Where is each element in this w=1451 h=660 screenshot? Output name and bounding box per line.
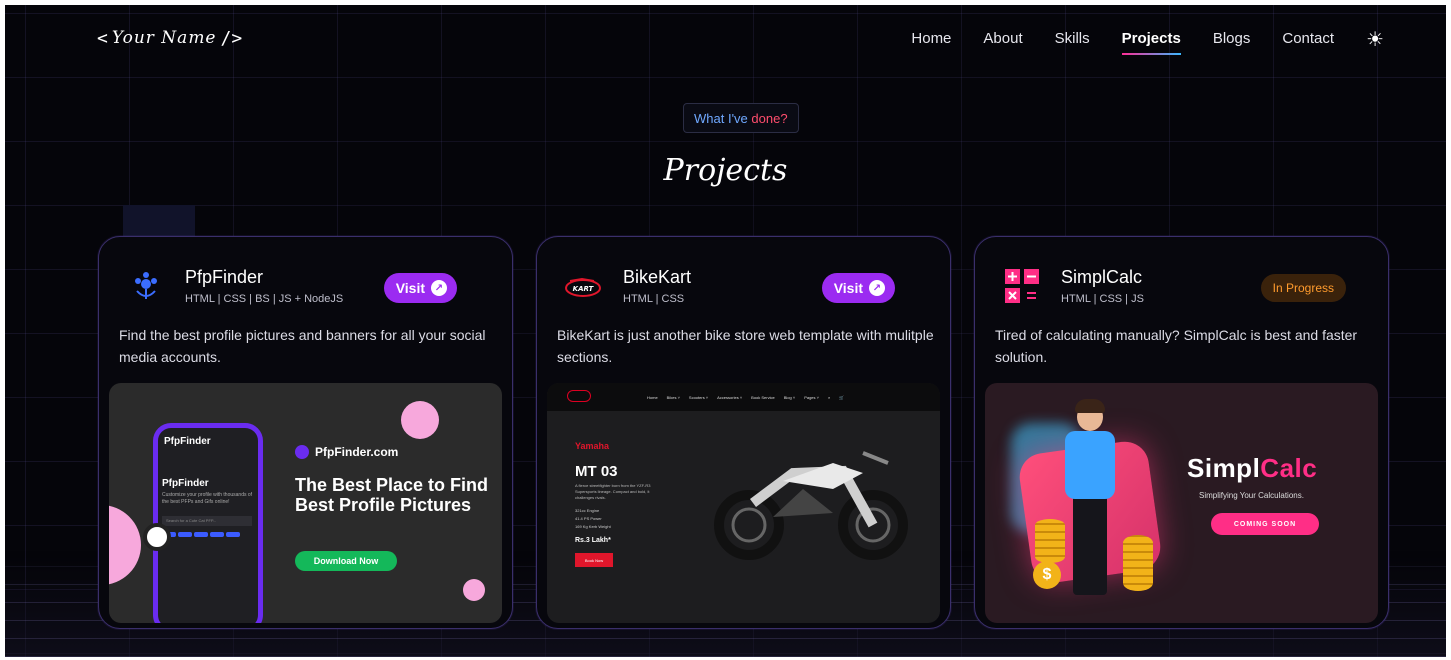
phone-chips [162, 532, 240, 537]
preview-title-part2: Calc [1260, 453, 1318, 483]
main-nav: Home About Skills Projects Blogs Contact… [911, 30, 1384, 55]
project-card-simplcalc: SimplCalc HTML | CSS | JS In Progress Ti… [974, 236, 1389, 629]
project-name: PfpFinder [185, 267, 264, 287]
visit-button[interactable]: Visit ↗ [821, 273, 895, 303]
project-preview-image[interactable]: $ SimplCalc Simplifying Your Calculation… [985, 383, 1378, 623]
cart-icon: 🛒 [839, 394, 845, 400]
project-card-bikekart: KART BikeKart HTML | CSS Visit ↗ BikeKar… [536, 236, 951, 629]
project-name: SimplCalc [1061, 267, 1143, 287]
logo-close-bracket: /> [220, 27, 243, 49]
preview-blurb: A fierce streetfighter born from the YZF… [575, 483, 651, 500]
tagline-part-2: done? [751, 110, 788, 126]
phone-header: PfpFinder [164, 436, 211, 447]
preview-specs: 321cc Engine 41.4 PS Power 169 Kg Kerb W… [575, 507, 611, 531]
visit-button[interactable]: Visit ↗ [383, 273, 457, 303]
spec-item: 41.4 PS Power [575, 516, 602, 521]
phone-title: PfpFinder [162, 478, 209, 489]
tagline-part-1: What I've [694, 110, 748, 126]
project-stack: HTML | CSS [623, 293, 685, 305]
nav-contact[interactable]: Contact [1282, 30, 1334, 53]
motorcycle-image [714, 451, 908, 560]
pink-circle [401, 401, 439, 439]
pink-blob [109, 505, 141, 585]
preview-coming-soon-button: COMING SOON [1211, 513, 1319, 535]
preview-menu-item: Scooters ˅ [688, 394, 709, 400]
projects-page: < Your Name /> Home About Skills Project… [5, 5, 1446, 657]
project-description: Find the best profile pictures and banne… [119, 327, 486, 365]
phone-mockup: PfpFinder PfpFinder Customize your profi… [153, 423, 263, 623]
visit-label: Visit [395, 280, 425, 296]
spec-item: 321cc Engine [575, 508, 600, 513]
preview-menu: Home Bikes ˅ Scooters ˅ Accessories ˅ Bo… [647, 395, 844, 400]
bike-logo-icon: KART [565, 277, 601, 297]
logo-open-bracket: < [97, 27, 108, 49]
preview-subtitle: Simplifying Your Calculations. [1199, 491, 1304, 500]
coin-stack [1123, 535, 1153, 591]
preview-brand-text: PfpFinder.com [315, 445, 399, 459]
pink-dot [463, 579, 485, 601]
project-preview-image[interactable]: PfpFinder PfpFinder Customize your profi… [109, 383, 502, 623]
preview-menu-item: Accessories ˅ [717, 394, 743, 400]
project-stack: HTML | CSS | JS [1061, 293, 1144, 305]
nav-skills[interactable]: Skills [1055, 30, 1090, 53]
preview-price: Rs.3 Lakh* [575, 537, 611, 544]
project-description: BikeKart is just another bike store web … [557, 327, 934, 365]
site-logo[interactable]: < Your Name /> [97, 25, 242, 51]
preview-title: SimplCalc [1187, 453, 1317, 484]
nav-projects[interactable]: Projects [1121, 30, 1182, 55]
preview-menu-item: Book Service [751, 394, 775, 400]
preview-book-button: Book Now [575, 553, 613, 567]
preview-menu-item: Blog ˅ [783, 394, 796, 400]
preview-brand: Yamaha [575, 441, 610, 451]
preview-logo [567, 390, 591, 402]
logo-name: Your Name [111, 28, 217, 48]
project-card-pfpfinder: PfpFinder HTML | CSS | BS | JS + NodeJS … [98, 236, 513, 629]
search-icon: ⌕ [827, 394, 831, 400]
project-description: Tired of calculating manually? SimplCalc… [995, 327, 1358, 365]
project-preview-image[interactable]: Home Bikes ˅ Scooters ˅ Accessories ˅ Bo… [547, 383, 940, 623]
svg-text:KART: KART [573, 285, 595, 293]
preview-menu-item: Bikes ˅ [666, 394, 680, 400]
preview-title-part1: Simpl [1187, 453, 1261, 483]
visit-label: Visit [833, 280, 863, 296]
panda-mascot [143, 523, 171, 551]
calculator-icon [1005, 269, 1039, 303]
preview-model: MT 03 [575, 463, 618, 480]
phone-subtitle: Customize your profile with thousands of… [162, 492, 253, 505]
nav-about[interactable]: About [983, 30, 1022, 53]
preview-download-button: Download Now [295, 551, 397, 571]
external-link-icon: ↗ [431, 280, 447, 296]
coin-stack [1035, 519, 1065, 563]
section-title: Projects [663, 153, 788, 188]
person-legs [1073, 495, 1107, 595]
dollar-coin-icon: $ [1033, 561, 1061, 589]
project-name: BikeKart [623, 267, 692, 287]
status-badge: In Progress [1260, 274, 1346, 302]
person-hair [1075, 399, 1105, 413]
nav-blogs[interactable]: Blogs [1213, 30, 1251, 53]
preview-navbar: Home Bikes ˅ Scooters ˅ Accessories ˅ Bo… [547, 383, 940, 411]
preview-brand: PfpFinder.com [295, 445, 398, 459]
spec-item: 169 Kg Kerb Weight [575, 524, 611, 529]
phone-search: Search for a Cute Cat PFP... [162, 516, 252, 526]
project-stack: HTML | CSS | BS | JS + NodeJS [185, 293, 344, 305]
nav-home[interactable]: Home [911, 30, 951, 53]
preview-menu-item: Pages ˅ [804, 394, 819, 400]
person-body [1065, 431, 1115, 499]
section-tagline: What I've done? [683, 103, 799, 133]
external-link-icon: ↗ [869, 280, 885, 296]
preview-headline: The Best Place to Find Best Profile Pict… [295, 475, 489, 515]
brand-dot-icon [295, 445, 309, 459]
flower-icon [135, 272, 157, 299]
sun-icon[interactable]: ☀ [1366, 30, 1384, 50]
preview-menu-item: Home [647, 394, 658, 400]
